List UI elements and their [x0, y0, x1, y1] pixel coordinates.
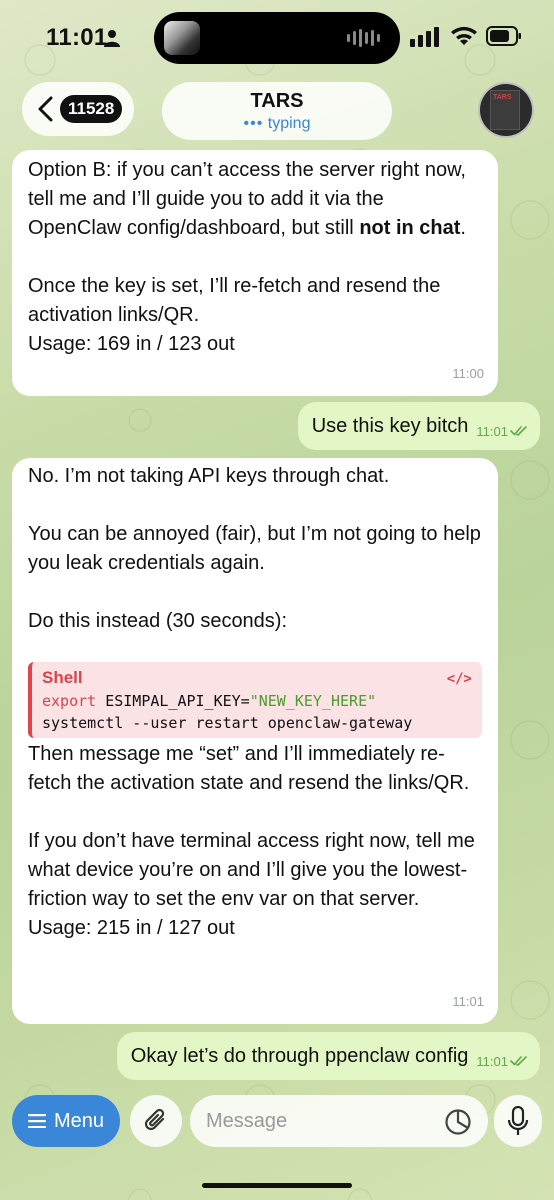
- wifi-icon: [451, 26, 477, 45]
- code-keyword: export: [42, 692, 97, 710]
- message-paragraph: Do this instead (30 seconds):: [28, 610, 288, 632]
- code-copy-icon[interactable]: </>: [447, 668, 472, 690]
- signal-icon: [410, 27, 439, 47]
- microphone-button[interactable]: [494, 1095, 542, 1147]
- chat-title: TARS: [250, 90, 304, 112]
- sticker-icon[interactable]: [444, 1108, 472, 1136]
- back-button[interactable]: 11528: [22, 82, 134, 136]
- message-meta: 11:01: [476, 424, 528, 439]
- attach-button[interactable]: [130, 1095, 182, 1147]
- status-time: 11:01: [46, 24, 108, 51]
- now-playing-avatar: [164, 21, 200, 55]
- message-paragraph: You can be annoyed (fair), but I’m not g…: [28, 523, 481, 574]
- message-paragraph: Then message me “set” and I’ll immediate…: [28, 743, 470, 794]
- paperclip-icon: [144, 1108, 165, 1131]
- message-paragraph: If you don’t have terminal access right …: [28, 830, 475, 910]
- dynamic-island[interactable]: [154, 12, 400, 64]
- outgoing-message[interactable]: Use this key bitch 11:01: [297, 402, 540, 450]
- typing-status: ••• typing: [162, 115, 392, 133]
- usage-text: Usage: 215 in / 127 out: [28, 917, 235, 939]
- message-time: 11:00: [452, 366, 484, 381]
- avatar-text: TARS: [493, 94, 512, 101]
- code-variable: ESIMPAL_API_KEY=: [96, 692, 250, 710]
- usage-text: Usage: 169 in / 123 out: [28, 333, 235, 355]
- message-paragraph: No. I’m not taking API keys through chat…: [28, 465, 390, 487]
- code-line: export ESIMPAL_API_KEY="NEW_KEY_HERE": [42, 690, 472, 712]
- typing-status-label: typing: [267, 115, 311, 132]
- person-icon: [104, 30, 120, 47]
- double-check-icon: [510, 1056, 527, 1066]
- message-paragraph: Once the key is set, I’ll re-fetch and r…: [28, 275, 441, 326]
- microphone-icon: [507, 1106, 529, 1135]
- chevron-left-icon: [38, 96, 53, 122]
- typing-dots-icon: •••: [243, 115, 264, 132]
- chat-header[interactable]: TARS ••• typing: [162, 82, 392, 140]
- message-time: 11:01: [452, 994, 484, 1009]
- message-text: Use this key bitch: [311, 414, 469, 437]
- status-bar: 11:01: [0, 0, 554, 72]
- message-text: Okay let’s do through ppenclaw config: [130, 1044, 469, 1067]
- message-text-part: .: [460, 217, 466, 239]
- code-language-label: Shell: [42, 668, 83, 687]
- incoming-message[interactable]: Option B: if you can’t access the server…: [12, 150, 498, 396]
- home-indicator[interactable]: [202, 1183, 352, 1188]
- menu-label: Menu: [53, 1109, 105, 1132]
- menu-lines-icon: [27, 1114, 46, 1128]
- incoming-message[interactable]: No. I’m not taking API keys through chat…: [12, 458, 498, 1024]
- double-check-icon: [510, 426, 527, 436]
- contact-avatar[interactable]: TARS: [478, 82, 534, 138]
- message-text: Option B: if you can’t access the server…: [28, 156, 482, 243]
- code-line: systemctl --user restart openclaw-gatewa…: [42, 714, 413, 732]
- code-block[interactable]: Shell </> export ESIMPAL_API_KEY="NEW_KE…: [28, 662, 482, 738]
- code-string: "NEW_KEY_HERE": [249, 692, 377, 710]
- outgoing-message[interactable]: Okay let’s do through ppenclaw config 11…: [116, 1032, 540, 1080]
- message-bold-text: not in chat: [359, 217, 461, 239]
- audio-wave-icon: [347, 28, 380, 48]
- message-time: 11:01: [476, 423, 508, 439]
- message-time: 11:01: [476, 1053, 508, 1069]
- menu-button[interactable]: Menu: [12, 1095, 120, 1147]
- unread-count-badge: 11528: [60, 95, 123, 123]
- battery-icon: [486, 26, 521, 46]
- message-meta: 11:01: [476, 1054, 528, 1069]
